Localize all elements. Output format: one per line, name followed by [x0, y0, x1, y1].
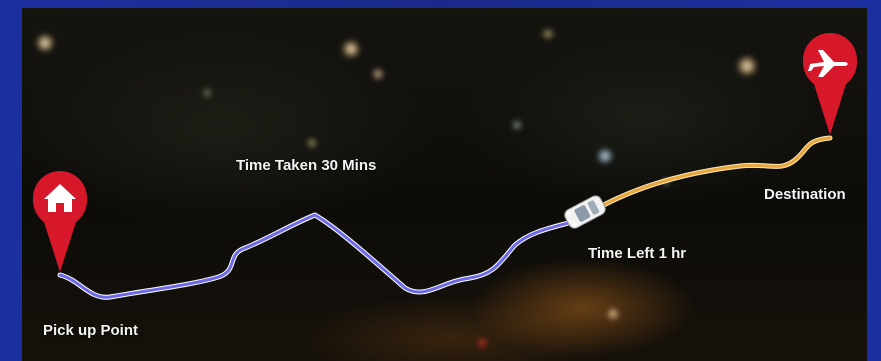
destination-label: Destination	[764, 186, 846, 203]
time-taken-label: Time Taken 30 Mins	[236, 157, 377, 174]
airplane-pin	[803, 33, 858, 135]
time-left-label: Time Left 1 hr	[588, 245, 687, 262]
home-pin	[33, 171, 87, 272]
route-traveled	[57, 212, 575, 300]
pickup-label: Pick up Point	[43, 322, 139, 339]
route-map-overlay	[33, 33, 858, 300]
car-icon	[564, 195, 606, 229]
route-traveled-inner	[58, 213, 574, 299]
